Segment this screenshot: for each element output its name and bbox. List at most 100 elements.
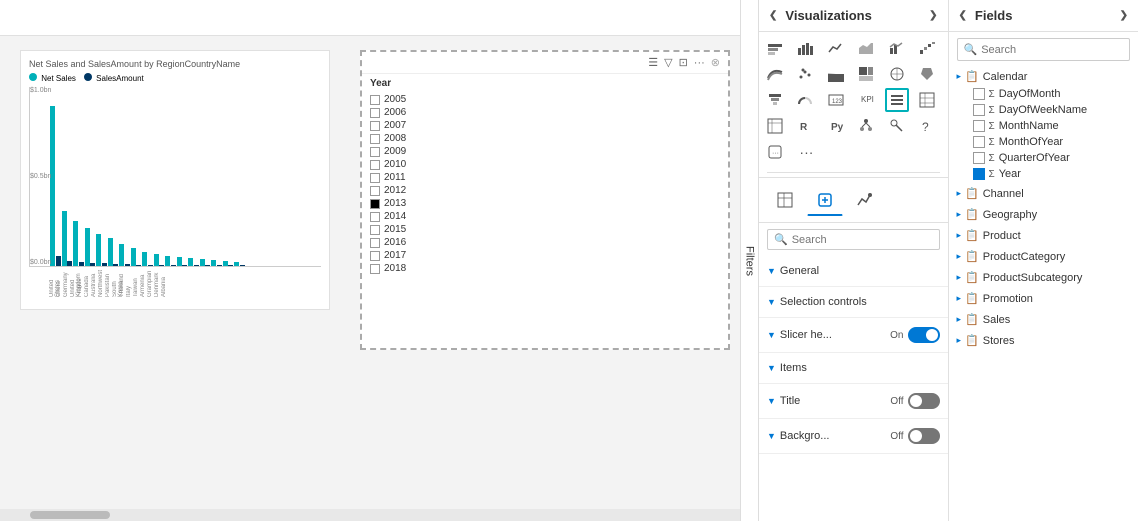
viz-kpi[interactable]: KPI (854, 88, 878, 112)
field-checkbox[interactable] (973, 136, 985, 148)
bar-sales-amount[interactable] (136, 265, 141, 266)
viz-card[interactable]: 123 (824, 88, 848, 112)
slicer-item[interactable]: 2014 (370, 210, 720, 223)
bar-sales-amount[interactable] (125, 264, 130, 266)
field-item[interactable]: ΣDayOfMonth (953, 86, 1135, 102)
bar-net-sales[interactable] (200, 259, 205, 266)
slicer-checkbox[interactable] (370, 95, 380, 105)
field-group-header[interactable]: ▸📋Stores (953, 331, 1135, 350)
section-background-header[interactable]: ▼ Backgro... Off (759, 423, 948, 449)
viz-key-influencers[interactable] (885, 114, 909, 138)
bar-sales-amount[interactable] (67, 261, 72, 266)
bar-sales-amount[interactable] (194, 265, 199, 266)
slicer-toggle[interactable]: On (890, 327, 939, 343)
slicer-item[interactable]: 2005 (370, 93, 720, 106)
viz-area-chart[interactable] (854, 36, 878, 60)
slicer-item[interactable]: 2015 (370, 223, 720, 236)
slicer-select-icon[interactable]: ⊗ (711, 56, 720, 69)
viz-more-button[interactable]: ··· (793, 140, 821, 164)
slicer-menu-icon[interactable]: ☰ (648, 56, 658, 69)
slicer-checkbox[interactable] (370, 264, 380, 274)
field-item[interactable]: ΣMonthOfYear (953, 134, 1135, 150)
viz-map[interactable] (885, 62, 909, 86)
viz-r-visual[interactable]: R (793, 114, 817, 138)
bar-net-sales[interactable] (223, 261, 228, 266)
viz-gauge[interactable] (793, 88, 817, 112)
field-group-header[interactable]: ▸📋Product (953, 226, 1135, 245)
viz-python[interactable]: Py (824, 114, 848, 138)
field-item[interactable]: ΣYear (953, 166, 1135, 182)
viz-custom-1[interactable]: ··· (763, 140, 787, 164)
bar-net-sales[interactable] (62, 211, 67, 266)
bar-chart-visual[interactable]: Net Sales and SalesAmount by RegionCount… (20, 50, 330, 310)
background-toggle[interactable]: Off (890, 428, 939, 444)
viz-scatter[interactable] (793, 62, 817, 86)
bar-net-sales[interactable] (119, 244, 124, 266)
fields-nav-left[interactable]: ❮ (959, 10, 967, 21)
viz-bar-chart[interactable] (793, 36, 817, 60)
bar-sales-amount[interactable] (148, 265, 153, 266)
slicer-item[interactable]: 2010 (370, 158, 720, 171)
slicer-checkbox[interactable] (370, 108, 380, 118)
slicer-checkbox[interactable] (370, 147, 380, 157)
slicer-item[interactable]: 2013 (370, 197, 720, 210)
fields-nav-right[interactable]: ❯ (1120, 10, 1128, 21)
title-toggle[interactable]: Off (890, 393, 939, 409)
bar-net-sales[interactable] (73, 221, 78, 266)
bar-net-sales[interactable] (234, 262, 239, 266)
viz-decomp-tree[interactable] (854, 114, 878, 138)
field-group-header[interactable]: ▸📋Channel (953, 184, 1135, 203)
bar-sales-amount[interactable] (228, 265, 233, 266)
bar-net-sales[interactable] (211, 260, 216, 266)
bar-net-sales[interactable] (50, 106, 55, 266)
viz-funnel[interactable] (763, 88, 787, 112)
tab-format[interactable] (807, 184, 843, 216)
slicer-checkbox[interactable] (370, 134, 380, 144)
field-group-header[interactable]: ▸📋Calendar (953, 67, 1135, 86)
bar-net-sales[interactable] (108, 238, 113, 266)
slicer-toggle-switch[interactable] (908, 327, 940, 343)
slicer-checkbox[interactable] (370, 160, 380, 170)
field-item[interactable]: ΣDayOfWeekName (953, 102, 1135, 118)
viz-combo-chart[interactable] (885, 36, 909, 60)
bar-sales-amount[interactable] (171, 265, 176, 266)
bar-sales-amount[interactable] (56, 256, 61, 266)
viz-nav-right[interactable]: ❯ (929, 10, 937, 21)
section-items-header[interactable]: ▼ Items (759, 357, 948, 379)
bar-sales-amount[interactable] (90, 263, 95, 266)
bar-sales-amount[interactable] (205, 265, 210, 266)
bar-net-sales[interactable] (188, 258, 193, 266)
slicer-checkbox[interactable] (370, 225, 380, 235)
viz-treemap[interactable] (854, 62, 878, 86)
title-toggle-switch[interactable] (908, 393, 940, 409)
bar-sales-amount[interactable] (113, 264, 118, 266)
viz-stacked-bar[interactable] (763, 36, 787, 60)
viz-qna[interactable]: ? (915, 114, 939, 138)
slicer-filter-icon[interactable]: ▽ (664, 56, 672, 69)
bar-sales-amount[interactable] (240, 265, 245, 266)
slicer-item[interactable]: 2017 (370, 249, 720, 262)
viz-ribbon[interactable] (763, 62, 787, 86)
section-slicer-header-toggle[interactable]: ▼ Slicer he... On (759, 322, 948, 348)
viz-filled-map[interactable] (915, 62, 939, 86)
bar-net-sales[interactable] (131, 248, 136, 266)
slicer-item[interactable]: 2012 (370, 184, 720, 197)
section-selection-header[interactable]: ▼ Selection controls (759, 291, 948, 313)
filters-panel[interactable]: Filters (740, 0, 758, 521)
viz-table[interactable] (915, 88, 939, 112)
field-checkbox[interactable] (973, 168, 985, 180)
field-group-header[interactable]: ▸📋ProductCategory (953, 247, 1135, 266)
bar-sales-amount[interactable] (217, 265, 222, 266)
slicer-item[interactable]: 2016 (370, 236, 720, 249)
section-title-header[interactable]: ▼ Title Off (759, 388, 948, 414)
field-item[interactable]: ΣMonthName (953, 118, 1135, 134)
field-group-header[interactable]: ▸📋Sales (953, 310, 1135, 329)
viz-search-input[interactable] (792, 234, 934, 246)
tab-analytics[interactable] (847, 184, 883, 216)
slicer-checkbox[interactable] (370, 173, 380, 183)
slicer-checkbox[interactable] (370, 121, 380, 131)
horizontal-scrollbar[interactable] (0, 509, 740, 521)
slicer-item[interactable]: 2011 (370, 171, 720, 184)
viz-line-chart[interactable] (824, 36, 848, 60)
slicer-item[interactable]: 2007 (370, 119, 720, 132)
